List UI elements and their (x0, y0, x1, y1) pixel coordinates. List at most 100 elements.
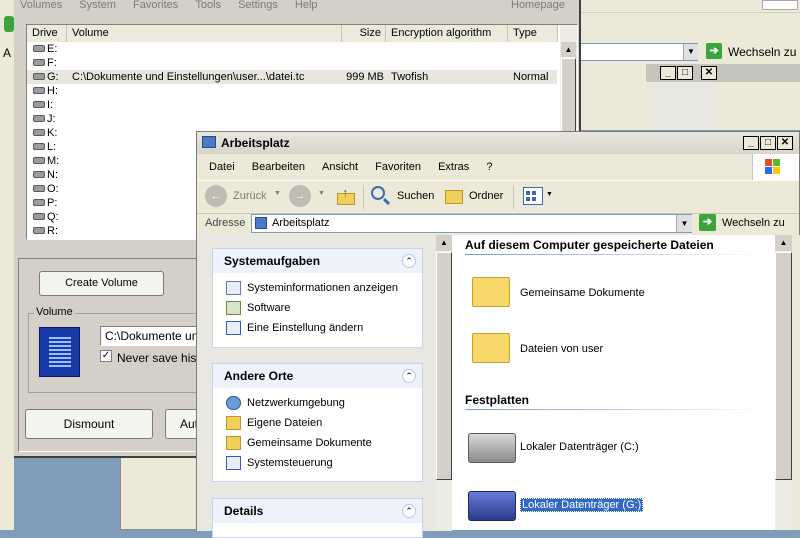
table-row[interactable]: E: (27, 42, 557, 56)
details-title[interactable]: Details (213, 499, 422, 523)
drive-letter: G: (47, 71, 59, 83)
menu-help[interactable]: Help (295, 0, 318, 11)
scroll-thumb[interactable] (775, 252, 792, 480)
table-row-selected[interactable]: G: C:\Dokumente und Einstellungen\user..… (27, 70, 557, 84)
table-row[interactable]: J: (27, 112, 557, 126)
menu-homepage[interactable]: Homepage (511, 0, 565, 11)
drive-item[interactable]: Lokaler Datenträger (C:) (468, 431, 768, 465)
task-link-settings[interactable]: Eine Einstellung ändern (247, 322, 363, 334)
forward-button[interactable]: → ▼ (289, 184, 325, 210)
column-drive[interactable]: Drive (27, 25, 67, 42)
table-row[interactable]: F: (27, 56, 557, 70)
drive-letter: P: (47, 197, 58, 209)
background-dropdown-icon[interactable]: ▼ (683, 44, 698, 60)
menu-extras[interactable]: Extras (438, 161, 469, 173)
create-volume-button[interactable]: Create Volume (39, 271, 164, 296)
address-dropdown-icon[interactable]: ▼ (676, 215, 692, 232)
drive-letter: N: (47, 169, 58, 181)
collapse-icon[interactable]: ⌃ (402, 504, 416, 518)
back-button[interactable]: ← Zurück ▼ (205, 184, 281, 210)
hard-disk-icon (468, 491, 516, 521)
drive-letter: K: (47, 127, 58, 139)
menu-volumes[interactable]: Volumes (20, 0, 62, 11)
chevron-down-icon[interactable]: ▼ (546, 191, 553, 198)
scroll-up-button[interactable]: ▲ (561, 42, 576, 57)
menu-datei[interactable]: Datei (209, 161, 235, 173)
drive-label: Lokaler Datenträger (G:) (520, 498, 644, 512)
background-window: ▼ ➔ Wechseln zu _ □ ✕ (575, 0, 800, 130)
other-places-title[interactable]: Andere Orte (213, 364, 422, 388)
menu-settings[interactable]: Settings (238, 0, 278, 11)
file-item[interactable]: Gemeinsame Dokumente (472, 273, 772, 313)
file-label: Gemeinsame Dokumente (520, 287, 645, 299)
menu-system[interactable]: System (79, 0, 116, 11)
column-volume[interactable]: Volume (67, 25, 342, 42)
drive-icon (33, 143, 45, 150)
minimize-button[interactable]: _ (743, 136, 759, 150)
up-folder-icon[interactable]: ↑ (335, 185, 357, 207)
menu-favoriten[interactable]: Favoriten (375, 161, 421, 173)
address-bar: Adresse Arbeitsplatz ▼ ➔ Wechseln zu (197, 213, 799, 235)
windows-logo-icon (762, 0, 798, 10)
table-row[interactable]: H: (27, 84, 557, 98)
address-input[interactable]: Arbeitsplatz ▼ (251, 214, 692, 233)
search-button[interactable]: Suchen (369, 184, 435, 210)
go-button[interactable]: ➔ Wechseln zu (699, 214, 795, 233)
chevron-down-icon[interactable]: ▼ (318, 190, 325, 197)
minimize-button[interactable]: _ (660, 66, 676, 80)
menu-tools[interactable]: Tools (195, 0, 221, 11)
place-link-control-panel[interactable]: Systemsteuerung (247, 457, 333, 469)
scroll-up-button[interactable]: ▲ (436, 235, 452, 251)
column-algorithm[interactable]: Encryption algorithm (386, 25, 508, 42)
background-go-button[interactable]: ➔ Wechseln zu (706, 43, 800, 61)
drive-item-selected[interactable]: Lokaler Datenträger (G:) (468, 491, 768, 525)
drive-letter: F: (47, 57, 57, 69)
explorer-menubar: Datei Bearbeiten Ansicht Favoriten Extra… (209, 161, 506, 173)
scroll-up-button[interactable]: ▲ (775, 235, 792, 251)
menu-help[interactable]: ? (486, 161, 492, 173)
folders-button[interactable]: Ordner (443, 184, 507, 210)
place-link-network[interactable]: Netzwerkumgebung (247, 397, 345, 409)
file-item[interactable]: Dateien von user (472, 329, 772, 369)
column-size[interactable]: Size (342, 25, 386, 42)
task-pane-scrollbar[interactable]: ▲ (436, 235, 452, 530)
task-link-software[interactable]: Software (247, 302, 290, 314)
task-link-system-info[interactable]: Systeminformationen anzeigen (247, 282, 398, 294)
collapse-icon[interactable]: ⌃ (402, 254, 416, 268)
collapse-icon[interactable]: ⌃ (402, 369, 416, 383)
volume-path: C:\Dokumente und Einstellungen\user...\d… (72, 71, 305, 83)
drive-icon (33, 129, 45, 136)
system-tasks-panel: Systemaufgaben ⌃ Systeminformationen anz… (212, 248, 423, 348)
table-row[interactable]: I: (27, 98, 557, 112)
menu-favorites[interactable]: Favorites (133, 0, 178, 11)
maximize-button[interactable]: □ (677, 66, 693, 80)
scroll-thumb[interactable] (436, 252, 452, 480)
close-button[interactable]: ✕ (777, 136, 793, 150)
folders-icon (445, 190, 463, 204)
drive-label: Lokaler Datenträger (C:) (520, 441, 639, 453)
views-button[interactable]: ▼ (521, 185, 555, 209)
dismount-button[interactable]: Dismount (25, 409, 153, 439)
volume-type: Normal (513, 71, 549, 83)
volume-path-input[interactable]: C:\Dokumente und (100, 326, 210, 346)
menu-ansicht[interactable]: Ansicht (322, 161, 358, 173)
chevron-down-icon[interactable]: ▼ (274, 190, 281, 197)
section-line (465, 254, 765, 255)
content-scrollbar[interactable]: ▲ (775, 235, 792, 530)
background-address-combo[interactable] (576, 43, 698, 61)
place-link-my-documents[interactable]: Eigene Dateien (247, 417, 322, 429)
column-type[interactable]: Type (508, 25, 558, 42)
content-pane: Auf diesem Computer gespeicherte Dateien… (452, 235, 775, 530)
truecrypt-logo-icon (39, 327, 80, 377)
menu-bearbeiten[interactable]: Bearbeiten (252, 161, 305, 173)
drive-icon (33, 45, 45, 52)
system-tasks-title[interactable]: Systemaufgaben (213, 249, 422, 273)
background-window-panel (646, 82, 716, 130)
computer-icon (202, 136, 216, 148)
never-save-checkbox[interactable]: ✓ (100, 350, 112, 362)
maximize-button[interactable]: □ (760, 136, 776, 150)
volume-size: 999 MB (346, 71, 384, 83)
place-link-shared-docs[interactable]: Gemeinsame Dokumente (247, 437, 372, 449)
drive-letter: H: (47, 85, 58, 97)
close-button[interactable]: ✕ (701, 66, 717, 80)
